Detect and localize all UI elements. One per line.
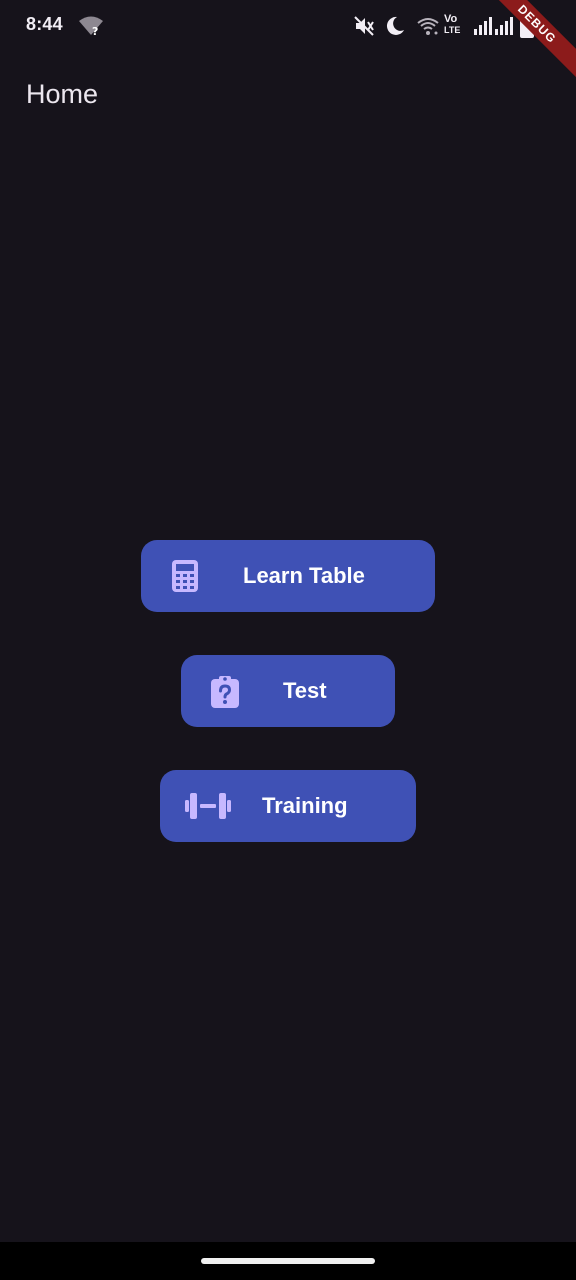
status-time: 8:44 bbox=[26, 14, 63, 34]
system-nav-bar bbox=[0, 1242, 576, 1280]
do-not-disturb-moon-icon bbox=[386, 16, 404, 35]
training-button[interactable]: Training bbox=[160, 770, 416, 842]
volte-icon: Vo LTE bbox=[444, 14, 470, 38]
app-bar: Home bbox=[0, 52, 576, 138]
test-label: Test bbox=[283, 678, 327, 703]
home-indicator[interactable] bbox=[201, 1258, 375, 1264]
learn-table-button[interactable]: Learn Table bbox=[141, 540, 435, 612]
dumbbell-icon bbox=[185, 793, 231, 819]
test-button[interactable]: Test bbox=[181, 655, 395, 727]
quiz-clipboard-icon bbox=[211, 676, 239, 708]
training-label: Training bbox=[262, 793, 348, 818]
wifi-calling-icon bbox=[417, 18, 439, 35]
calculator-icon bbox=[172, 560, 198, 592]
mute-icon bbox=[354, 16, 374, 36]
learn-table-label: Learn Table bbox=[243, 563, 365, 588]
volte-top-text: Vo bbox=[444, 13, 458, 25]
signal-icon bbox=[474, 17, 492, 35]
svg-text:?: ? bbox=[92, 25, 98, 37]
wifi-unknown-icon: ? bbox=[79, 16, 103, 37]
page-title: Home bbox=[26, 79, 99, 109]
volte-bottom-text: LTE bbox=[444, 25, 461, 35]
signal-icon bbox=[495, 17, 513, 35]
status-bar: 8:44 ? Vo LTE DEBUG bbox=[0, 0, 576, 92]
